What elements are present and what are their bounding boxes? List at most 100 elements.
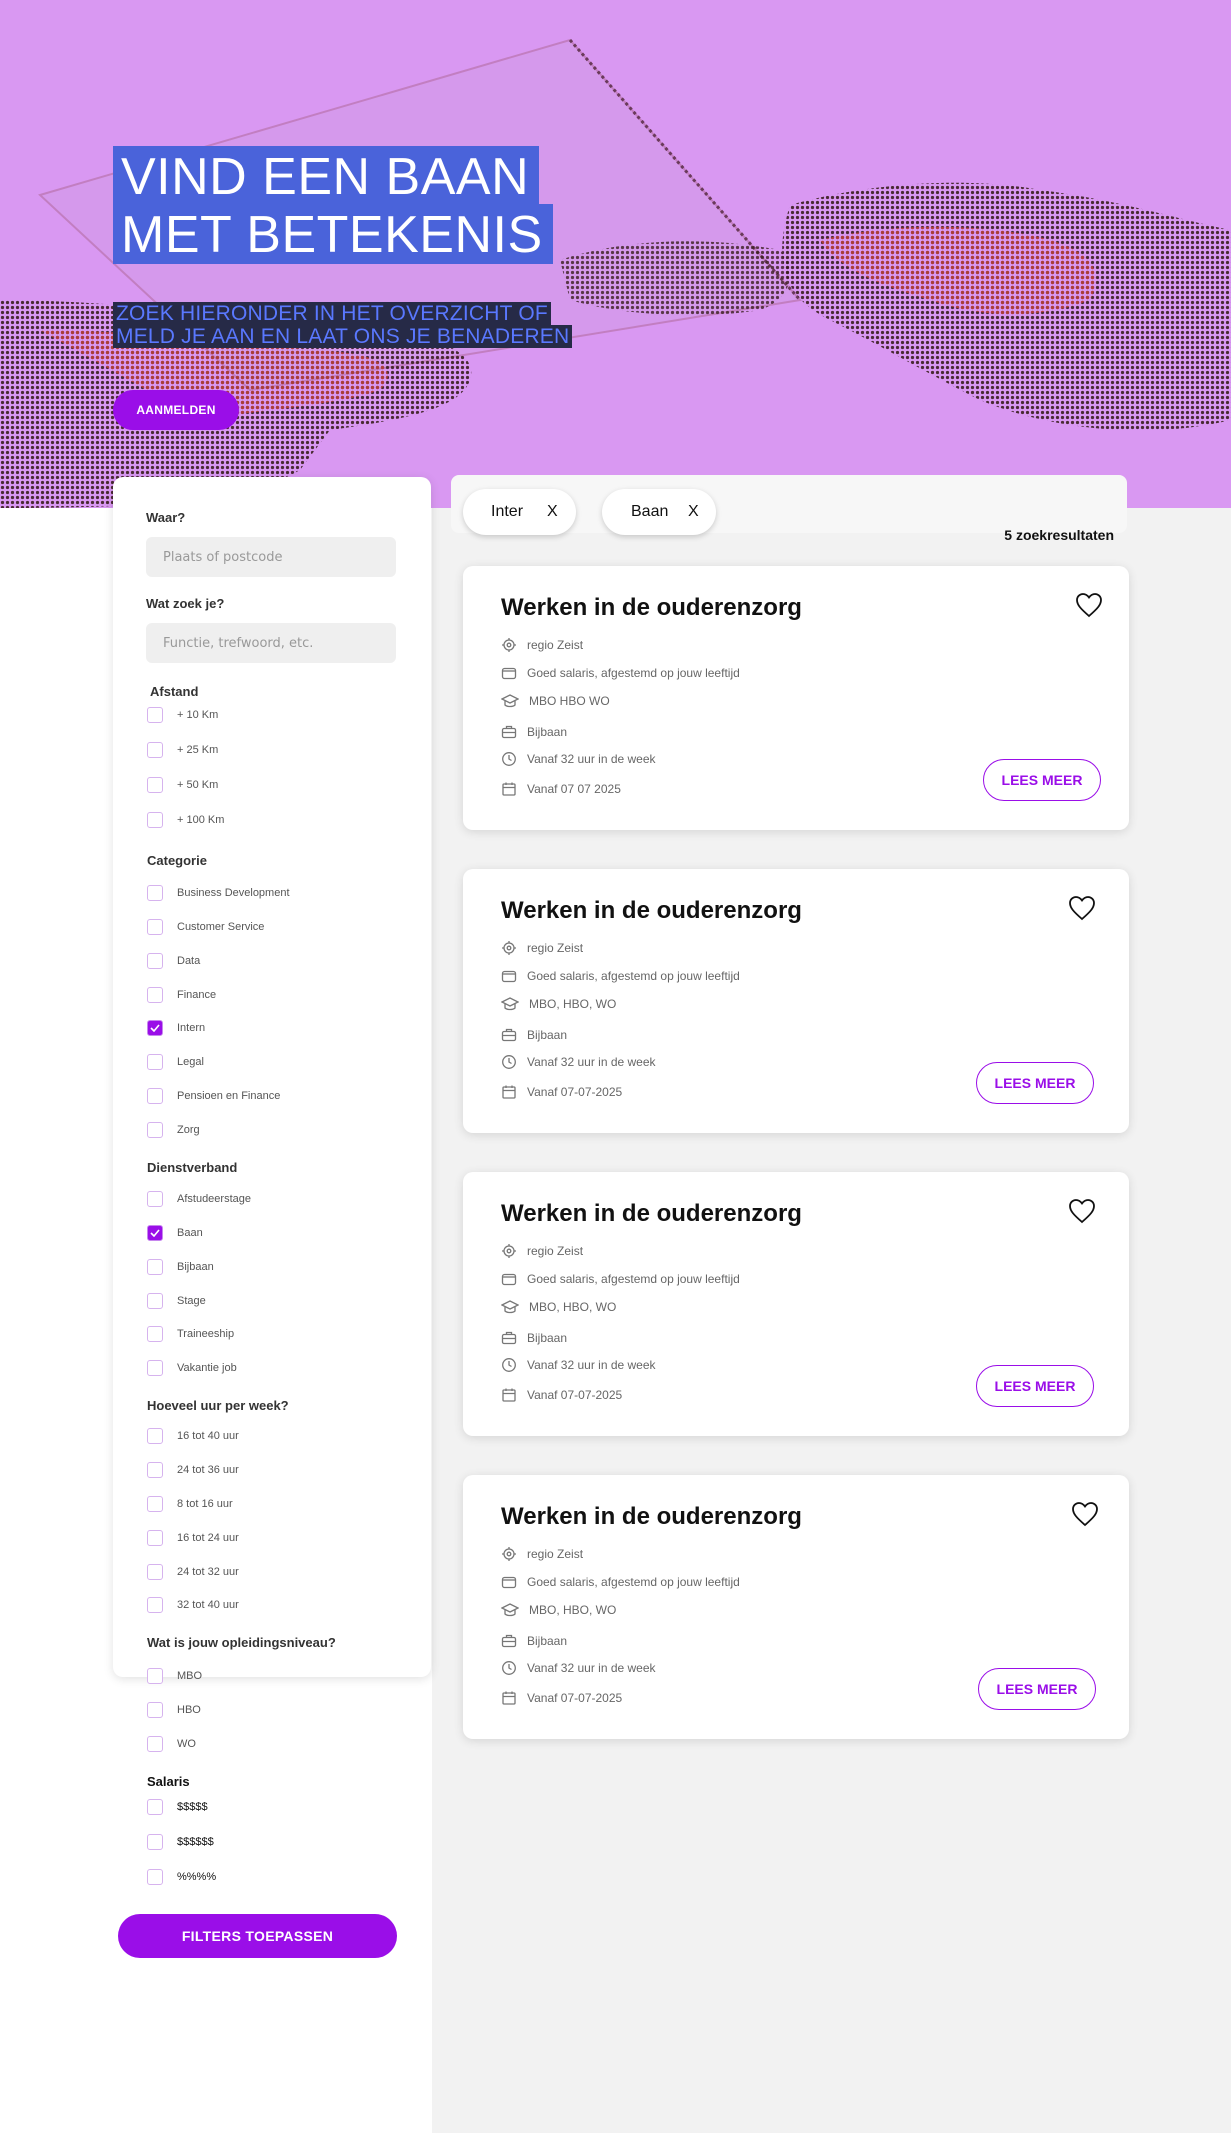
checkbox[interactable] [147,1702,163,1718]
option-label: Customer Service [177,921,265,933]
checkbox[interactable] [147,1736,163,1752]
hours-option[interactable]: 24 tot 32 uur [147,1562,239,1582]
job-education: MBO HBO WO [501,691,610,711]
heart-icon[interactable] [1068,895,1096,921]
checkbox[interactable] [147,953,163,969]
employment-option[interactable]: Vakantie job [147,1358,237,1378]
distance-option[interactable]: + 100 Km [147,810,224,830]
hours-option[interactable]: 24 tot 36 uur [147,1460,239,1480]
category-option[interactable]: Zorg [147,1120,200,1140]
employment-option[interactable]: Afstudeerstage [147,1189,251,1209]
heart-icon[interactable] [1068,1198,1096,1224]
checkbox[interactable] [147,1564,163,1580]
checkbox[interactable] [147,919,163,935]
checkbox[interactable] [147,1326,163,1342]
salary-option[interactable]: %%%% [147,1867,216,1887]
employment-option[interactable]: Traineeship [147,1324,234,1344]
checkbox[interactable] [147,1360,163,1376]
salary-option[interactable]: $$$$$ [147,1797,208,1817]
checkbox[interactable] [147,707,163,723]
employment-heading: Dienstverband [147,1160,238,1175]
checkbox[interactable] [147,1462,163,1478]
hours-option[interactable]: 16 tot 24 uur [147,1528,239,1548]
education-option[interactable]: HBO [147,1700,201,1720]
checkbox-checked[interactable] [147,1225,163,1241]
read-more-button[interactable]: LEES MEER [976,1365,1094,1407]
checkbox[interactable] [147,1054,163,1070]
checkbox[interactable] [147,1122,163,1138]
job-type: Bijbaan [501,722,567,742]
checkbox[interactable] [147,1530,163,1546]
employment-option[interactable]: Stage [147,1291,206,1311]
salary-option[interactable]: $$$$$$ [147,1832,214,1852]
checkbox[interactable] [147,1428,163,1444]
option-label: $$$$$$ [177,1836,214,1848]
job-salary: Goed salaris, afgestemd op jouw leeftijd [501,1269,740,1289]
checkbox[interactable] [147,1088,163,1104]
checkbox[interactable] [147,1597,163,1613]
category-option[interactable]: Legal [147,1052,204,1072]
checkbox[interactable] [147,1834,163,1850]
heart-icon[interactable] [1075,592,1103,618]
checkbox[interactable] [147,1259,163,1275]
distance-option[interactable]: + 25 Km [147,740,218,760]
category-option[interactable]: Pensioen en Finance [147,1086,280,1106]
job-start: Vanaf 07 07 2025 [501,779,621,799]
job-salary: Goed salaris, afgestemd op jouw leeftijd [501,663,740,683]
hours-option[interactable]: 8 tot 16 uur [147,1494,233,1514]
hours-option[interactable]: 32 tot 40 uur [147,1595,239,1615]
wallet-icon [501,1273,517,1286]
checkbox[interactable] [147,1668,163,1684]
apply-filters-button[interactable]: FILTERS TOEPASSEN [118,1914,397,1958]
checkbox[interactable] [147,987,163,1003]
heart-icon[interactable] [1071,1501,1099,1527]
education-option[interactable]: WO [147,1734,196,1754]
job-title: Werken in de ouderenzorg [501,897,802,924]
job-education: MBO, HBO, WO [501,1600,616,1620]
checkbox-checked[interactable] [147,1020,163,1036]
distance-heading: Afstand [150,684,199,699]
job-type-text: Bijbaan [527,725,568,739]
checkbox[interactable] [147,1799,163,1815]
checkbox[interactable] [147,777,163,793]
category-option[interactable]: Customer Service [147,917,264,937]
remove-chip-button[interactable]: X [547,503,558,521]
category-option[interactable]: Business Development [147,883,290,903]
location-input[interactable] [146,537,396,577]
remove-chip-button[interactable]: X [688,503,699,521]
education-heading: Wat is jouw opleidingsniveau? [147,1635,336,1650]
checkbox[interactable] [147,1496,163,1512]
wallet-icon [501,1576,517,1589]
job-hours-text: Vanaf 32 uur in de week [527,1055,656,1069]
education-option[interactable]: MBO [147,1666,202,1686]
employment-option[interactable]: Baan [147,1223,203,1243]
location-icon [502,941,516,955]
hours-option[interactable]: 16 tot 40 uur [147,1426,239,1446]
read-more-button[interactable]: LEES MEER [976,1062,1094,1104]
read-more-button[interactable]: LEES MEER [978,1668,1096,1710]
checkbox[interactable] [147,885,163,901]
checkbox[interactable] [147,742,163,758]
read-more-button[interactable]: LEES MEER [983,759,1101,801]
option-label: Data [177,955,201,967]
category-option[interactable]: Data [147,951,200,971]
checkbox[interactable] [147,1293,163,1309]
checkbox[interactable] [147,1869,163,1885]
distance-option[interactable]: + 50 Km [147,775,218,795]
register-button[interactable]: AANMELDEN [113,390,239,430]
wallet-icon [501,970,517,983]
category-option[interactable]: Intern [147,1018,205,1038]
graduation-cap-icon [501,1300,519,1314]
job-title: Werken in de ouderenzorg [501,1200,802,1227]
employment-option[interactable]: Bijbaan [147,1257,214,1277]
category-option[interactable]: Finance [147,985,216,1005]
job-card: Werken in de ouderenzorg regio Zeist Goe… [463,566,1129,830]
job-education-text: MBO, HBO, WO [529,997,617,1011]
job-card: Werken in de ouderenzorg regio Zeist Goe… [463,1172,1129,1436]
distance-option[interactable]: + 10 Km [147,705,218,725]
job-location: regio Zeist [501,938,583,958]
job-location: regio Zeist [501,1544,583,1564]
checkbox[interactable] [147,812,163,828]
query-input[interactable] [146,623,396,663]
checkbox[interactable] [147,1191,163,1207]
